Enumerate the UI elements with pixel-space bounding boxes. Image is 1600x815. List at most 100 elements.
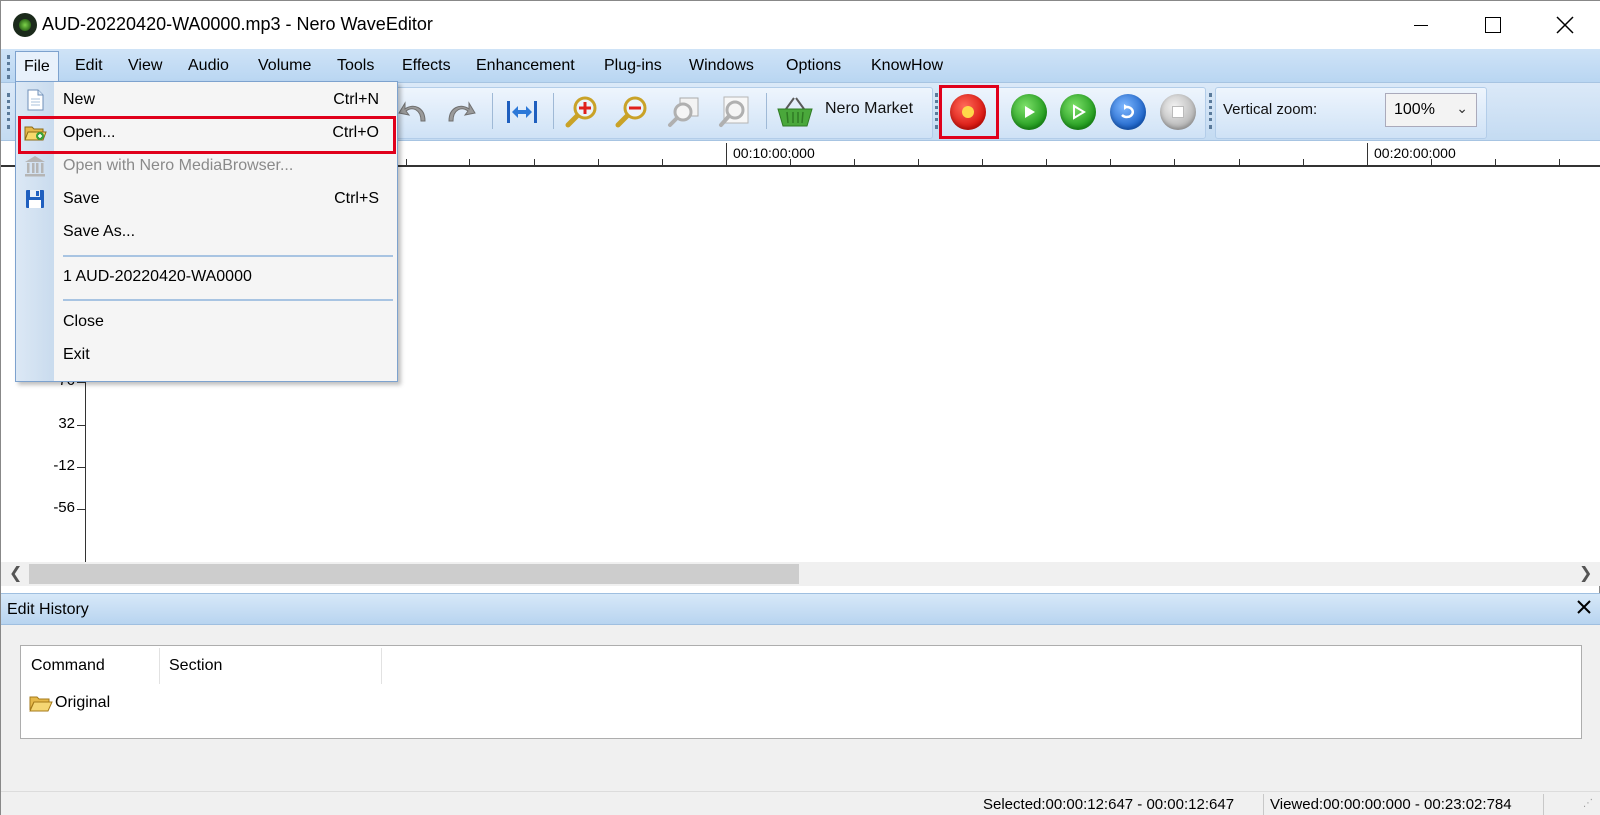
ruler-minor-tick (662, 159, 663, 165)
zoom-in-button[interactable] (563, 93, 601, 131)
edit-history-panel: Command Section Original (1, 625, 1600, 791)
column-divider[interactable] (381, 648, 382, 684)
stop-button[interactable] (1159, 93, 1197, 131)
new-document-icon (27, 89, 44, 111)
undo-button[interactable] (395, 93, 433, 131)
menu-item-open-mediabrowser[interactable]: Open with Nero MediaBrowser... (16, 150, 397, 182)
menu-file[interactable]: File (15, 51, 59, 83)
menu-knowhow[interactable]: KnowHow (863, 49, 951, 83)
toolbar-separator (553, 93, 554, 129)
vertical-zoom-label: Vertical zoom: (1223, 101, 1318, 118)
scroll-right-arrow-icon[interactable]: ❯ (1579, 563, 1592, 583)
horizontal-scrollbar[interactable]: ❮ ❯ (1, 562, 1600, 586)
zoom-selection-button[interactable] (665, 93, 703, 131)
maximize-button[interactable] (1457, 1, 1529, 49)
ruler-minor-tick (1303, 159, 1304, 165)
ruler-minor-tick (790, 159, 791, 165)
axis-tick (77, 509, 85, 510)
loop-button[interactable] (1109, 93, 1147, 131)
open-folder-icon (24, 126, 47, 141)
title-bar: AUD-20220420-WA0000.mp3 - Nero WaveEdito… (1, 1, 1600, 49)
menu-separator (63, 255, 393, 257)
nero-app-icon (13, 13, 37, 37)
status-viewed: Viewed:00:00:00:000 - 00:23:02:784 (1270, 796, 1512, 813)
menu-item-new[interactable]: New Ctrl+N (16, 84, 397, 116)
menu-options[interactable]: Options (778, 49, 849, 83)
toolbar-grip-handle[interactable] (935, 93, 938, 129)
stop-icon (1160, 94, 1196, 130)
ruler-major-tick (1367, 143, 1368, 165)
minimize-button[interactable] (1385, 1, 1457, 49)
shopping-basket-icon (777, 97, 813, 127)
axis-label: -56 (53, 499, 75, 516)
list-item[interactable]: Original (29, 690, 110, 716)
vertical-zoom-value: 100% (1394, 101, 1435, 118)
ruler-label: 00:20:00:000 (1374, 145, 1456, 161)
edit-history-header: Edit History (1, 593, 1600, 625)
menu-plugins[interactable]: Plug-ins (596, 49, 670, 83)
menu-volume[interactable]: Volume (250, 49, 319, 83)
column-header-section[interactable]: Section (159, 646, 381, 686)
undo-icon (398, 101, 426, 122)
vertical-zoom-select[interactable]: 100% ⌄ (1385, 93, 1477, 127)
zoom-full-button[interactable] (715, 93, 753, 131)
edit-history-list[interactable]: Command Section Original (20, 645, 1582, 739)
ruler-minor-tick (918, 159, 919, 165)
menu-item-shortcut: Ctrl+S (334, 190, 379, 207)
scroll-left-arrow-icon[interactable]: ❮ (9, 563, 22, 583)
menu-item-label: Save As... (63, 223, 136, 240)
zoom-fit-button[interactable] (503, 93, 541, 131)
close-icon (1556, 16, 1574, 34)
ruler-minor-tick (469, 159, 470, 165)
minimize-icon (1414, 24, 1428, 26)
axis-tick (77, 467, 85, 468)
menu-windows[interactable]: Windows (681, 49, 762, 83)
menu-item-label: Save (63, 190, 100, 207)
fit-width-icon (507, 101, 537, 123)
nero-market-label[interactable]: Nero Market (825, 100, 913, 118)
menu-effects[interactable]: Effects (394, 49, 459, 83)
play-button[interactable] (1010, 93, 1048, 131)
menu-enhancement[interactable]: Enhancement (468, 49, 583, 83)
menu-bar: File Edit View Audio Volume Tools Effect… (1, 49, 1600, 83)
menu-item-label: 1 AUD-20220420-WA0000 (63, 268, 252, 285)
ruler-minor-tick (1046, 159, 1047, 165)
menu-item-save-as[interactable]: Save As... (16, 216, 397, 248)
ruler-minor-tick (406, 159, 407, 165)
toolbar-separator (492, 93, 493, 129)
menu-item-save[interactable]: Save Ctrl+S (16, 183, 397, 215)
menu-audio[interactable]: Audio (180, 49, 237, 83)
menu-view[interactable]: View (120, 49, 170, 83)
toolbar-grip-handle[interactable] (1209, 93, 1212, 129)
status-selected: Selected:00:00:12:647 - 00:00:12:647 (983, 796, 1235, 813)
scrollbar-thumb[interactable] (29, 564, 799, 584)
ruler-minor-tick (1495, 159, 1496, 165)
menu-separator (63, 299, 393, 301)
column-header-command[interactable]: Command (21, 646, 159, 686)
zoom-out-button[interactable] (613, 93, 651, 131)
zoom-in-icon (565, 96, 597, 128)
status-divider (1543, 794, 1544, 815)
menu-tools[interactable]: Tools (329, 49, 382, 83)
zoom-out-icon (615, 96, 647, 128)
menu-item-label: New (63, 91, 96, 108)
edit-history-close-button[interactable] (1577, 598, 1591, 619)
play-icon (1011, 94, 1047, 130)
close-window-button[interactable] (1529, 1, 1600, 49)
menu-item-recent-file[interactable]: 1 AUD-20220420-WA0000 (16, 261, 397, 293)
zoom-full-icon (719, 96, 749, 127)
ruler-minor-tick (534, 159, 535, 165)
menu-edit[interactable]: Edit (67, 49, 111, 83)
redo-button[interactable] (441, 93, 479, 131)
redo-icon (448, 101, 476, 122)
menu-item-close[interactable]: Close (16, 306, 397, 338)
menu-item-open[interactable]: Open... Ctrl+O (16, 117, 397, 149)
resize-grip-icon[interactable]: ⋰ (1583, 798, 1593, 809)
record-button[interactable] (949, 93, 987, 131)
menu-grip-handle[interactable] (7, 55, 10, 79)
menu-item-exit[interactable]: Exit (16, 339, 397, 371)
toolbar-grip-handle[interactable] (7, 93, 10, 129)
nero-market-basket-button[interactable] (776, 93, 814, 131)
play-selection-button[interactable] (1059, 93, 1097, 131)
ruler-minor-tick (854, 159, 855, 165)
